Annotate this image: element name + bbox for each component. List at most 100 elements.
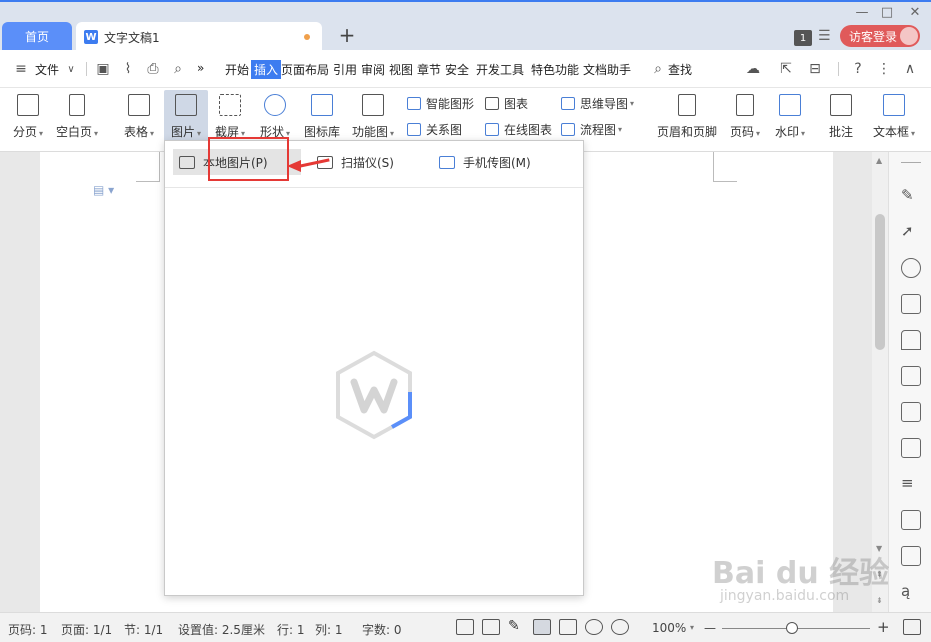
page-view-icon[interactable] <box>533 619 551 635</box>
text-box-button[interactable]: 文本框 ▾ <box>870 90 918 146</box>
tab-security[interactable]: 安全 <box>445 61 469 78</box>
eye-protection-icon[interactable] <box>611 619 629 635</box>
more-options-icon[interactable]: ⋮ <box>875 60 893 78</box>
zoom-dropdown-icon[interactable]: ▾ <box>690 623 694 632</box>
shape-style-icon[interactable] <box>901 294 921 314</box>
outline-view-icon[interactable] <box>559 619 577 635</box>
window-menu-icon[interactable]: ☰ <box>818 28 831 44</box>
close-button[interactable]: ✕ <box>906 4 924 20</box>
tab-chapter[interactable]: 章节 <box>417 61 441 78</box>
picture-button[interactable]: 图片 ▾ <box>164 90 208 146</box>
page-break-label: 分页 ▾ <box>12 125 44 139</box>
history-icon[interactable]: ⊟ <box>806 60 824 78</box>
web-view-icon[interactable] <box>585 619 603 635</box>
minimize-button[interactable]: — <box>853 4 871 20</box>
search-icon[interactable]: ⌕ <box>649 60 667 78</box>
header-footer-button[interactable]: 页眉和页脚 <box>654 90 720 146</box>
status-setting-value[interactable]: 设置值: 2.5厘米 <box>178 621 265 638</box>
search-button[interactable]: 查找 <box>668 61 692 78</box>
scroll-up-icon[interactable]: ▲ <box>876 156 882 165</box>
function-chart-button[interactable]: 功能图 ▾ <box>350 90 396 146</box>
mind-map-button[interactable]: 思维导图 ▾ <box>561 95 634 112</box>
fill-icon[interactable] <box>901 330 921 350</box>
export-icon[interactable] <box>901 546 921 566</box>
tab-review[interactable]: 审阅 <box>361 61 385 78</box>
smart-art-button[interactable]: 智能图形 <box>407 95 474 112</box>
help-icon[interactable]: ? <box>849 60 867 78</box>
fit-window-icon[interactable] <box>903 619 921 635</box>
status-column[interactable]: 列: 1 <box>315 621 343 638</box>
watermark-button[interactable]: 水印 ▾ <box>770 90 810 146</box>
page-break-button[interactable]: 分页 ▾ <box>8 90 48 146</box>
image-icon[interactable] <box>901 510 921 530</box>
online-chart-button[interactable]: 在线图表 <box>485 121 552 138</box>
chart-button[interactable]: 图表 <box>485 95 528 112</box>
flowchart-button[interactable]: 流程图 ▾ <box>561 121 622 138</box>
zoom-level[interactable]: 100% <box>652 621 686 635</box>
share-icon[interactable]: ⇱ <box>777 60 795 78</box>
hamburger-icon[interactable]: ≡ <box>12 60 30 78</box>
status-word-count[interactable]: 字数: 0 <box>362 621 402 638</box>
status-section[interactable]: 节: 1/1 <box>124 621 163 638</box>
unsaved-indicator <box>304 34 310 40</box>
tab-developer[interactable]: 开发工具 <box>476 61 524 78</box>
icon-library-button[interactable]: 图标库 <box>302 90 342 146</box>
function-chart-label: 功能图 ▾ <box>351 125 395 139</box>
page-number-button[interactable]: 页码 ▾ <box>726 90 764 146</box>
relationship-chart-button[interactable]: 关系图 <box>407 121 462 138</box>
app-grid-icon[interactable] <box>901 402 921 422</box>
fullscreen-icon[interactable] <box>456 619 474 635</box>
tab-special-features[interactable]: 特色功能 <box>531 61 579 78</box>
pen-icon[interactable]: ✎ <box>901 186 921 206</box>
picture-icon <box>179 155 195 169</box>
save-icon[interactable]: ▣ <box>94 60 112 78</box>
menu-bar: ≡ 文件 ∨ ▣ ⌇ ⎙ ⌕ » 开始 插入 页面布局 引用 审阅 视图 章节 … <box>0 50 931 88</box>
table-grid-icon[interactable] <box>901 366 921 386</box>
vertical-scrollbar[interactable]: ▲ ▼ ⇞ ⇟ <box>872 152 888 612</box>
tab-view[interactable]: 视图 <box>389 61 413 78</box>
tab-home-ribbon[interactable]: 开始 <box>225 61 249 78</box>
status-row[interactable]: 行: 1 <box>277 621 305 638</box>
table-button[interactable]: 表格 ▾ <box>119 90 159 146</box>
smart-art-icon <box>407 97 421 110</box>
guest-login-button[interactable]: 访客登录 <box>840 25 920 47</box>
tab-home[interactable]: 首页 <box>2 22 72 50</box>
paragraph-layout-icon[interactable]: ▤ ▾ <box>93 183 114 197</box>
format-painter-icon[interactable]: ⌇ <box>119 60 137 78</box>
scrollbar-thumb[interactable] <box>875 214 885 350</box>
blank-page-button[interactable]: 空白页 ▾ <box>53 90 101 146</box>
tab-page-layout[interactable]: 页面布局 <box>281 61 329 78</box>
tab-insert[interactable]: 插入 <box>251 60 282 79</box>
more-tools-button[interactable]: » <box>197 61 204 75</box>
tab-document-assistant[interactable]: 文档助手 <box>583 61 631 78</box>
tab-references[interactable]: 引用 <box>333 61 357 78</box>
location-icon[interactable] <box>901 258 921 278</box>
zoom-slider-thumb[interactable] <box>785 622 798 634</box>
adjust-icon[interactable]: ≡ <box>901 474 921 494</box>
statistics-icon[interactable] <box>901 438 921 458</box>
window-count-badge[interactable]: 1 <box>794 30 812 46</box>
print-icon[interactable]: ⎙ <box>144 60 162 78</box>
collapse-ribbon-icon[interactable]: ∧ <box>901 60 919 78</box>
status-page-number[interactable]: 页码: 1 <box>8 621 48 638</box>
comment-button[interactable]: 批注 <box>822 90 860 146</box>
baidu-jingyan-url: jingyan.baidu.com <box>720 588 850 604</box>
edit-mode-icon[interactable]: ✎ <box>508 618 526 634</box>
maximize-button[interactable]: □ <box>878 4 896 20</box>
document-tab-label: 文字文稿1 <box>104 30 160 45</box>
zoom-out-button[interactable]: — <box>704 621 716 635</box>
file-menu[interactable]: 文件 <box>35 61 59 78</box>
next-page-icon[interactable]: ⇟ <box>876 596 883 605</box>
chevron-down-icon[interactable]: ∨ <box>62 60 80 78</box>
print-preview-icon[interactable]: ⌕ <box>169 60 187 78</box>
zoom-in-button[interactable]: + <box>877 618 890 636</box>
translate-icon[interactable]: ą <box>901 582 921 602</box>
blank-page-icon <box>69 94 85 116</box>
tab-document[interactable]: W 文字文稿1 <box>76 22 322 52</box>
new-tab-button[interactable]: + <box>336 23 358 47</box>
read-mode-icon[interactable] <box>482 619 500 635</box>
cloud-sync-icon[interactable]: ☁ <box>744 60 762 78</box>
phone-upload-option[interactable]: 手机传图(M) <box>433 149 537 175</box>
select-pointer-icon[interactable]: ➚ <box>901 222 921 242</box>
status-pages[interactable]: 页面: 1/1 <box>61 621 112 638</box>
